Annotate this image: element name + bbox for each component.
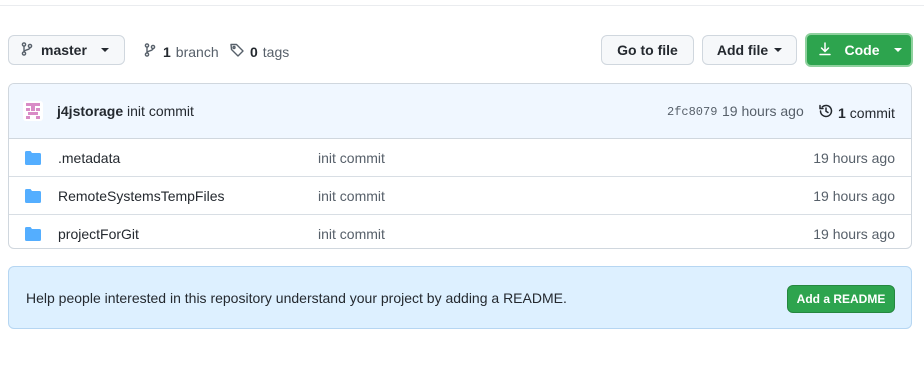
commit-message[interactable]: init commit: [127, 103, 194, 119]
branches-link[interactable]: 1 branch: [142, 42, 219, 61]
file-row[interactable]: projectForGit init commit 19 hours ago: [9, 215, 911, 248]
add-readme-button[interactable]: Add a README: [787, 285, 895, 313]
file-list: j4jstorage init commit 2fc8079 19 hours …: [8, 83, 912, 249]
download-icon: [817, 41, 833, 60]
folder-icon: [25, 151, 41, 168]
commit-summary: j4jstorage init commit: [57, 103, 194, 119]
history-icon: [818, 103, 834, 122]
commit-history-link[interactable]: 1 commit: [818, 103, 895, 122]
file-name[interactable]: projectForGit: [58, 226, 139, 242]
latest-commit-bar: j4jstorage init commit 2fc8079 19 hours …: [9, 84, 911, 139]
add-readme-label: Add a README: [796, 292, 886, 306]
file-name[interactable]: RemoteSystemsTempFiles: [58, 188, 225, 204]
chevron-down-icon: [100, 48, 109, 52]
repo-toolbar: master 1 branch 0 tags Go to file Add fi…: [8, 33, 913, 69]
avatar-identicon[interactable]: [23, 101, 43, 121]
top-divider: [0, 0, 924, 6]
folder-icon: [25, 189, 41, 206]
file-commit-message[interactable]: init commit: [318, 188, 385, 204]
tags-count: 0: [250, 43, 258, 60]
branch-selector-button[interactable]: master: [8, 35, 125, 65]
file-name[interactable]: .metadata: [58, 150, 120, 166]
readme-prompt: Help people interested in this repositor…: [8, 266, 912, 329]
chevron-down-icon: [774, 48, 783, 52]
branch-icon: [142, 42, 158, 61]
chevron-down-icon: [893, 48, 902, 52]
commit-time: 19 hours ago: [722, 103, 804, 119]
file-commit-message[interactable]: init commit: [318, 226, 385, 242]
file-commit-time: 19 hours ago: [813, 188, 895, 204]
code-button[interactable]: Code: [805, 33, 913, 67]
file-row[interactable]: .metadata init commit 19 hours ago: [9, 139, 911, 177]
tag-icon: [229, 42, 245, 61]
commit-count: 1: [838, 104, 846, 121]
commit-sha[interactable]: 2fc8079: [667, 105, 717, 119]
commit-author[interactable]: j4jstorage: [57, 103, 123, 119]
readme-prompt-text: Help people interested in this repositor…: [26, 290, 567, 306]
file-commit-time: 19 hours ago: [813, 226, 895, 242]
tags-label: tags: [262, 43, 290, 60]
code-label: Code: [844, 42, 880, 58]
file-commit-time: 19 hours ago: [813, 150, 895, 166]
add-file-button[interactable]: Add file: [702, 35, 797, 65]
commit-count-label: commit: [849, 104, 895, 121]
file-row[interactable]: RemoteSystemsTempFiles init commit 19 ho…: [9, 177, 911, 215]
go-to-file-button[interactable]: Go to file: [601, 35, 694, 65]
tags-link[interactable]: 0 tags: [229, 42, 289, 61]
branch-name: master: [41, 42, 87, 58]
branches-label: branch: [175, 43, 219, 60]
folder-icon: [25, 227, 41, 244]
file-commit-message[interactable]: init commit: [318, 150, 385, 166]
branches-count: 1: [163, 43, 171, 60]
branch-icon: [19, 41, 35, 60]
go-to-file-label: Go to file: [617, 42, 678, 58]
add-file-label: Add file: [716, 42, 769, 58]
